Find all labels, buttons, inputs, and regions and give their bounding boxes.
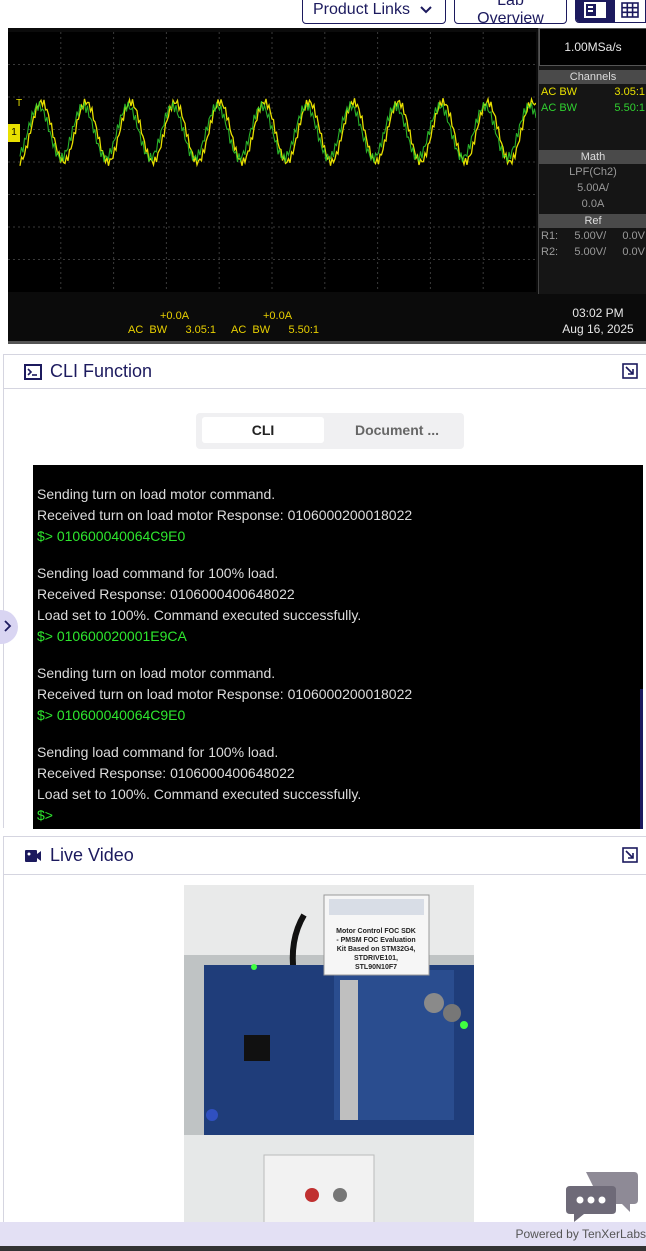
channel-1-row[interactable]: AC BW 3.05:1 (541, 86, 645, 98)
channel-2-offset: +0.0A (263, 310, 293, 322)
cli-tabs: CLI Document ... (196, 413, 464, 449)
tab-document[interactable]: Document ... (336, 417, 458, 443)
grid-view-icon (621, 1, 639, 18)
live-video-title: Live Video (50, 845, 134, 865)
ref-2-scale: 5.00V/ (574, 246, 607, 258)
terminal-scrollbar[interactable] (640, 689, 643, 829)
scope-date: Aug 16, 2025 (562, 322, 634, 336)
channel-2-row[interactable]: AC BW 5.50:1 (541, 102, 645, 114)
ref-1-offset: 0.0V (622, 230, 645, 242)
split-view-button[interactable] (576, 0, 615, 22)
terminal-output-line: Sending load command for 100% load. (37, 744, 279, 760)
terminal-output-line: Received turn on load motor Response: 01… (37, 507, 413, 523)
ref-1-label: R1: (541, 230, 559, 242)
live-video-feed[interactable]: Motor Control FOC SDK - PMSM FOC Evaluat… (184, 885, 474, 1223)
expand-icon[interactable] (622, 363, 638, 379)
split-view-icon (584, 1, 607, 18)
footer-bar: Powered by TenXerLabs (0, 1222, 646, 1246)
ref-2-label: R2: (541, 246, 559, 258)
tab-cli[interactable]: CLI (202, 417, 324, 443)
live-video-panel: Live Video Motor Control FOC SDK - PMSM … (3, 836, 646, 1226)
scope-waveform-grid (8, 32, 536, 292)
channel-1-probe: 3.05:1 (614, 86, 645, 98)
grid-view-button[interactable] (614, 0, 645, 22)
sample-rate: 1.00MSa/s (539, 28, 646, 66)
cli-terminal[interactable]: Sending turn on load motor command. Recei… (33, 465, 643, 829)
video-frame: Motor Control FOC SDK - PMSM FOC Evaluat… (184, 885, 474, 1223)
cli-panel: CLI Function CLI Document ... Sending tu… (3, 354, 646, 829)
math-function: LPF(Ch2) (569, 166, 617, 178)
board-label-line-2: - PMSM FOC Evaluation (336, 937, 415, 944)
video-camera-icon (25, 849, 41, 862)
scope-side-panel: 1.00MSa/s Channels AC BW 3.05:1 AC BW 5.… (538, 28, 646, 294)
cli-panel-header: CLI Function (4, 355, 646, 389)
powered-by-text: Powered by TenXerLabs (515, 1227, 646, 1241)
product-links-label: Product Links (313, 1, 410, 18)
terminal-gap (37, 647, 639, 663)
ref-header: Ref (539, 214, 646, 228)
terminal-output-line: Load set to 100%. Command executed succe… (37, 786, 362, 802)
trigger-marker: T (16, 98, 23, 109)
channel-1-coupling: AC BW (541, 86, 578, 98)
chevron-down-icon (420, 3, 432, 17)
top-toolbar: Product Links Lab Overview (0, 0, 646, 28)
channel-2-status: AC BW 5.50:1 (231, 324, 320, 336)
product-links-button[interactable]: Product Links (302, 0, 446, 24)
math-offset: 0.0A (581, 198, 605, 210)
scope-time: 03:02 PM (572, 306, 624, 320)
board-label-line-3: Kit Based on STM32G4, (337, 946, 416, 953)
chat-icon (566, 1172, 638, 1222)
ref-1-row[interactable]: R1: 5.00V/ 0.0V (541, 230, 645, 242)
footer-edge (0, 1246, 646, 1251)
terminal-output-line: Received Response: 0106000400648022 (37, 586, 295, 602)
lab-overview-button[interactable]: Lab Overview (454, 0, 567, 27)
cli-panel-title: CLI Function (50, 361, 153, 381)
terminal-gap (37, 547, 639, 563)
ref-2-row[interactable]: R2: 5.00V/ 0.0V (541, 246, 645, 258)
terminal-prompt-line: $> 010600040064C9E0 (37, 528, 186, 544)
terminal-prompt-line: $> (37, 807, 53, 823)
view-toggle (575, 0, 646, 23)
terminal-prompt-line: $> 010600040064C9E0 (37, 707, 186, 723)
channel-1-offset: +0.0A (160, 310, 190, 322)
ref-2-offset: 0.0V (622, 246, 645, 258)
channel-2-probe: 5.50:1 (614, 102, 645, 114)
chevron-right-icon (4, 619, 12, 635)
board-label-line-1: Motor Control FOC SDK (336, 928, 416, 935)
terminal-output-line: Received turn on load motor Response: 01… (37, 686, 413, 702)
board-label-line-5: STL90N10F7 (355, 964, 397, 971)
expand-video-icon[interactable] (622, 847, 638, 863)
ref-1-scale: 5.00V/ (574, 230, 607, 242)
terminal-output-line: Received Response: 0106000400648022 (37, 765, 295, 781)
terminal-prompt-line: $> 010600020001E9CA (37, 628, 187, 644)
math-header: Math (539, 150, 646, 164)
math-scale: 5.00A/ (577, 182, 609, 194)
terminal-output-line: Sending load command for 100% load. (37, 565, 279, 581)
oscilloscope-screen: T 1 1.00MSa/s Channels AC BW 3.05:1 AC B… (8, 28, 646, 344)
channels-header: Channels (539, 70, 646, 84)
live-video-header: Live Video (4, 837, 646, 875)
terminal-output-line: Load set to 100%. Command executed succe… (37, 607, 362, 623)
lab-overview-label: Lab Overview (477, 0, 544, 27)
channel-2-coupling: AC BW (541, 102, 578, 114)
chat-button[interactable] (566, 1166, 640, 1226)
channel-1-marker-label: 1 (11, 127, 17, 138)
channel-1-marker: 1 (8, 124, 20, 142)
scope-status-bar: +0.0A +0.0A AC BW 3.05:1 AC BW 5.50:1 03… (8, 300, 646, 340)
terminal-gap (37, 726, 639, 742)
terminal-output-line: Sending turn on load motor command. (37, 665, 276, 681)
channel-1-status: AC BW 3.05:1 (128, 324, 217, 336)
terminal-output-line: Sending turn on load motor command. (37, 486, 276, 502)
terminal-icon (24, 363, 42, 380)
board-label-line-4: STDRIVE101, (354, 955, 398, 962)
